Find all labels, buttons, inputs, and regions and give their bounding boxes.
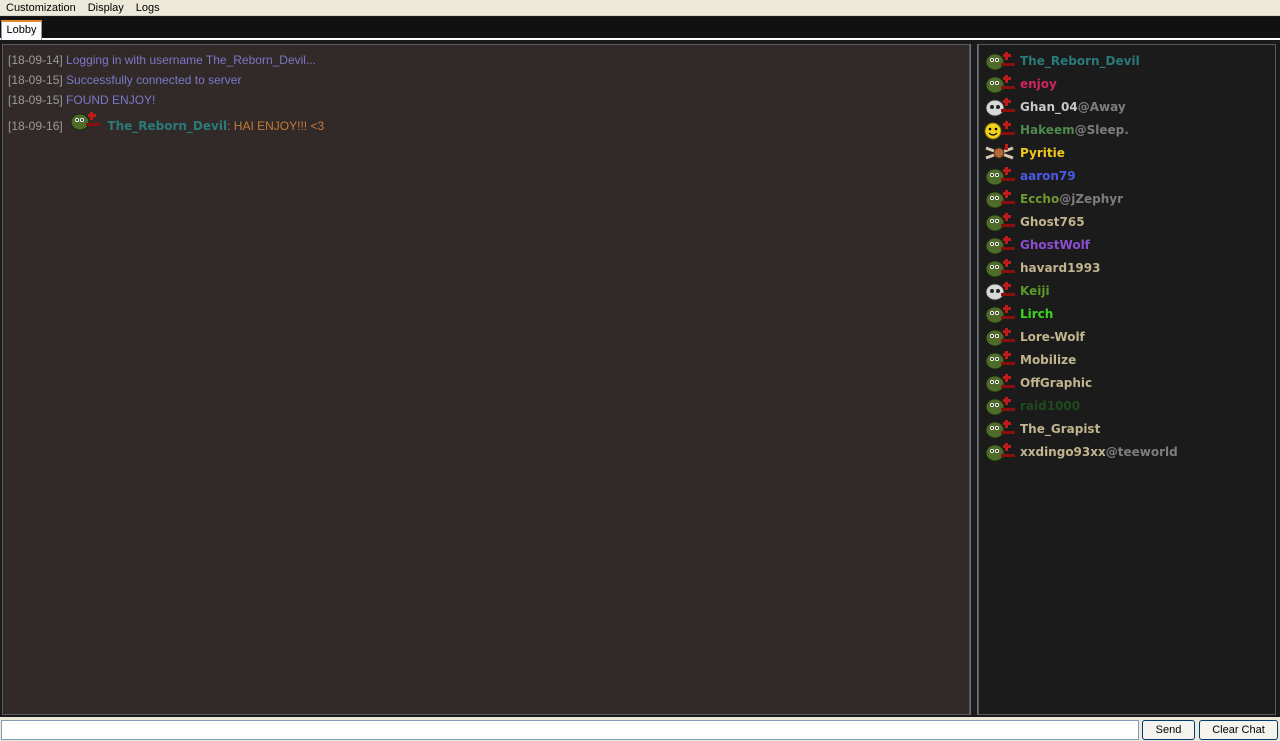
tee-green-avatar-icon (985, 189, 1015, 208)
user-name: The_Grapist (1020, 421, 1101, 436)
user-list-item[interactable]: Hakeem @Sleep. (979, 118, 1275, 141)
pane-splitter[interactable] (970, 44, 978, 715)
tee-green-avatar-icon (985, 396, 1015, 415)
user-name: Ghost765 (1020, 214, 1085, 229)
user-name: Lore-Wolf (1020, 329, 1085, 344)
tee-green-avatar-icon (70, 112, 101, 131)
user-list-item[interactable]: havard1993 (979, 256, 1275, 279)
tee-star-avatar-icon (985, 143, 1014, 159)
tab-strip: Lobby (0, 17, 1280, 40)
tee-skull-avatar-icon (985, 97, 1015, 116)
chat-timestamp: [18-09-15] (8, 73, 63, 87)
chat-timestamp: [18-09-15] (8, 93, 63, 107)
user-name: Ghan_04 (1020, 99, 1078, 114)
chat-username[interactable]: The_Reborn_Devil (107, 119, 227, 133)
tee-green-avatar-icon (985, 74, 1015, 93)
chat-message: HAI ENJOY!!! <3 (233, 119, 325, 133)
chat-message: Logging in with username The_Reborn_Devi… (66, 53, 316, 67)
input-bar: Send Clear Chat (0, 717, 1280, 741)
user-name: Eccho (1020, 191, 1060, 206)
user-name: Hakeem (1020, 122, 1075, 137)
user-list-item[interactable]: enjoy (979, 72, 1275, 95)
user-list-item[interactable]: OffGraphic (979, 371, 1275, 394)
user-list-item[interactable]: The_Reborn_Devil (979, 49, 1275, 72)
user-name: Mobilize (1020, 352, 1077, 367)
send-button[interactable]: Send (1142, 720, 1195, 740)
menu-bar: Customization Display Logs (0, 0, 1280, 16)
user-name: GhostWolf (1020, 237, 1090, 252)
chat-message: Successfully connected to server (66, 73, 242, 87)
user-name: Pyritie (1020, 145, 1065, 160)
user-list-item[interactable]: The_Grapist (979, 417, 1275, 440)
user-status: @Sleep. (1074, 122, 1129, 137)
user-name: The_Reborn_Devil (1020, 53, 1140, 68)
tee-green-avatar-icon (985, 350, 1015, 369)
tee-yellow-avatar-icon (984, 120, 1015, 139)
chat-timestamp: [18-09-14] (8, 53, 63, 67)
user-status: @teeworld (1105, 444, 1178, 459)
user-list-item[interactable]: Lirch (979, 302, 1275, 325)
user-name: OffGraphic (1020, 375, 1093, 390)
tab-lobby[interactable]: Lobby (1, 20, 42, 40)
chat-line: [18-09-15] FOUND ENJOY! (8, 90, 969, 110)
tee-green-avatar-icon (985, 327, 1015, 346)
user-name: Lirch (1020, 306, 1054, 321)
chat-message: FOUND ENJOY! (66, 93, 156, 107)
menu-customization[interactable]: Customization (0, 1, 82, 15)
user-name: xxdingo93xx (1020, 444, 1106, 459)
tee-green-avatar-icon (985, 373, 1015, 392)
clear-chat-button[interactable]: Clear Chat (1199, 720, 1278, 740)
user-list-item[interactable]: GhostWolf (979, 233, 1275, 256)
user-list-item[interactable]: aaron79 (979, 164, 1275, 187)
user-list-item[interactable]: raid1000 (979, 394, 1275, 417)
user-list-item[interactable]: Eccho @jZephyr (979, 187, 1275, 210)
tee-green-avatar-icon (985, 304, 1015, 323)
user-name: raid1000 (1020, 398, 1081, 413)
tee-green-avatar-icon (985, 258, 1015, 277)
user-name: havard1993 (1020, 260, 1101, 275)
tee-green-avatar-icon (985, 212, 1015, 231)
user-name: aaron79 (1020, 168, 1076, 183)
tee-green-avatar-icon (985, 51, 1015, 70)
tee-skull-avatar-icon (985, 281, 1015, 300)
tee-green-avatar-icon (985, 235, 1015, 254)
user-list-item[interactable]: Mobilize (979, 348, 1275, 371)
user-list-item[interactable]: Ghost765 (979, 210, 1275, 233)
user-list-item[interactable]: xxdingo93xx @teeworld (979, 440, 1275, 463)
tee-green-avatar-icon (985, 442, 1015, 461)
menu-display[interactable]: Display (82, 1, 130, 15)
user-status: @Away (1077, 99, 1126, 114)
menu-logs[interactable]: Logs (130, 1, 166, 15)
tee-green-avatar-icon (985, 166, 1015, 185)
user-name: enjoy (1020, 76, 1057, 91)
tee-green-avatar-icon (985, 419, 1015, 438)
chat-line: [18-09-16] The_Reborn_Devil: HAI ENJOY!!… (8, 110, 969, 138)
user-status: @jZephyr (1059, 191, 1124, 206)
user-list-item[interactable]: Lore-Wolf (979, 325, 1275, 348)
chat-input[interactable] (1, 720, 1139, 740)
chat-line: [18-09-14] Logging in with username The_… (8, 50, 969, 70)
user-list[interactable]: The_Reborn_Devil enjoy Ghan_04 @Away Hakeem @… (978, 44, 1276, 715)
user-list-item[interactable]: Keiji (979, 279, 1275, 302)
chat-line: [18-09-15] Successfully connected to ser… (8, 70, 969, 90)
chat-separator: : (227, 119, 231, 133)
user-list-item[interactable]: Ghan_04 @Away (979, 95, 1275, 118)
chat-log[interactable]: [18-09-14] Logging in with username The_… (2, 44, 970, 715)
chat-timestamp: [18-09-16] (8, 119, 63, 133)
user-name: Keiji (1020, 283, 1050, 298)
user-list-item[interactable]: Pyritie (979, 141, 1275, 164)
